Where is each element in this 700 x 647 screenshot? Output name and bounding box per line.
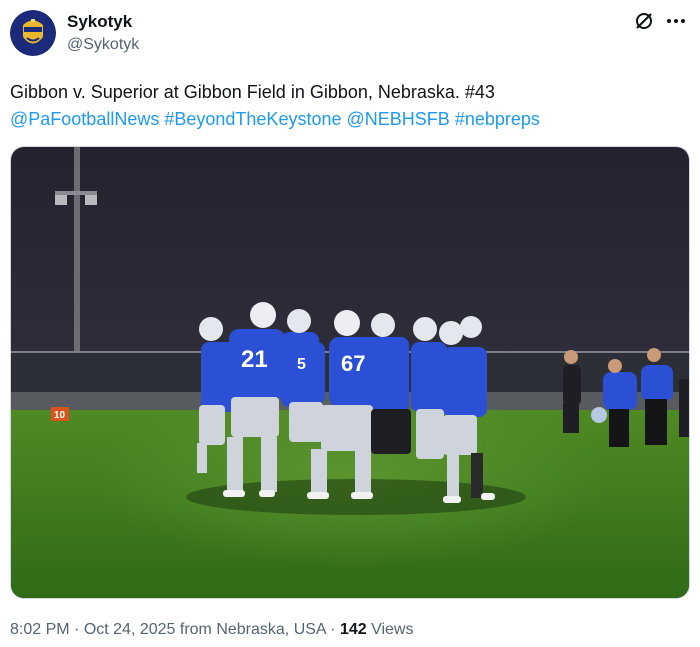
field-marker-label: 10 bbox=[54, 410, 66, 421]
user-handle[interactable]: @Sykotyk bbox=[67, 36, 139, 54]
gold-mask-avatar-icon bbox=[10, 10, 56, 56]
separator: · bbox=[325, 621, 340, 638]
more-dots-icon[interactable] bbox=[664, 10, 688, 32]
avatar[interactable] bbox=[10, 10, 56, 56]
post-date[interactable]: Oct 24, 2025 bbox=[84, 621, 176, 638]
jersey-number: 5 bbox=[297, 356, 306, 373]
separator: · bbox=[69, 621, 84, 638]
post-time[interactable]: 8:02 PM bbox=[10, 621, 70, 638]
views-label: Views bbox=[366, 621, 414, 638]
hashtag-link[interactable]: @NEBHSFB bbox=[347, 109, 450, 129]
tweet: Sykotyk @Sykotyk Gibbon v. Superior at G… bbox=[0, 0, 700, 647]
post-location: from Nebraska, USA bbox=[175, 621, 326, 638]
views-count[interactable]: 142 bbox=[340, 621, 367, 638]
post-text-line: Gibbon v. Superior at Gibbon Field in Gi… bbox=[10, 82, 495, 102]
hashtag-link[interactable]: #nebpreps bbox=[455, 109, 540, 129]
hashtag-link[interactable]: @PaFootballNews bbox=[10, 109, 159, 129]
hashtag-link[interactable]: #BeyondTheKeystone bbox=[164, 109, 341, 129]
jersey-number: 67 bbox=[341, 351, 365, 376]
post-meta: 8:02 PM · Oct 24, 2025 from Nebraska, US… bbox=[10, 621, 413, 639]
media-photo[interactable]: 10 21 67 5 bbox=[10, 146, 690, 599]
grok-slash-icon[interactable] bbox=[634, 11, 654, 31]
hashtag-line: @PaFootballNews #BeyondTheKeystone @NEBH… bbox=[10, 106, 690, 133]
jersey-number: 21 bbox=[241, 346, 268, 373]
post-text: Gibbon v. Superior at Gibbon Field in Gi… bbox=[10, 79, 690, 133]
football-team-photo: 10 21 67 5 bbox=[11, 147, 689, 598]
display-name[interactable]: Sykotyk bbox=[67, 12, 132, 32]
